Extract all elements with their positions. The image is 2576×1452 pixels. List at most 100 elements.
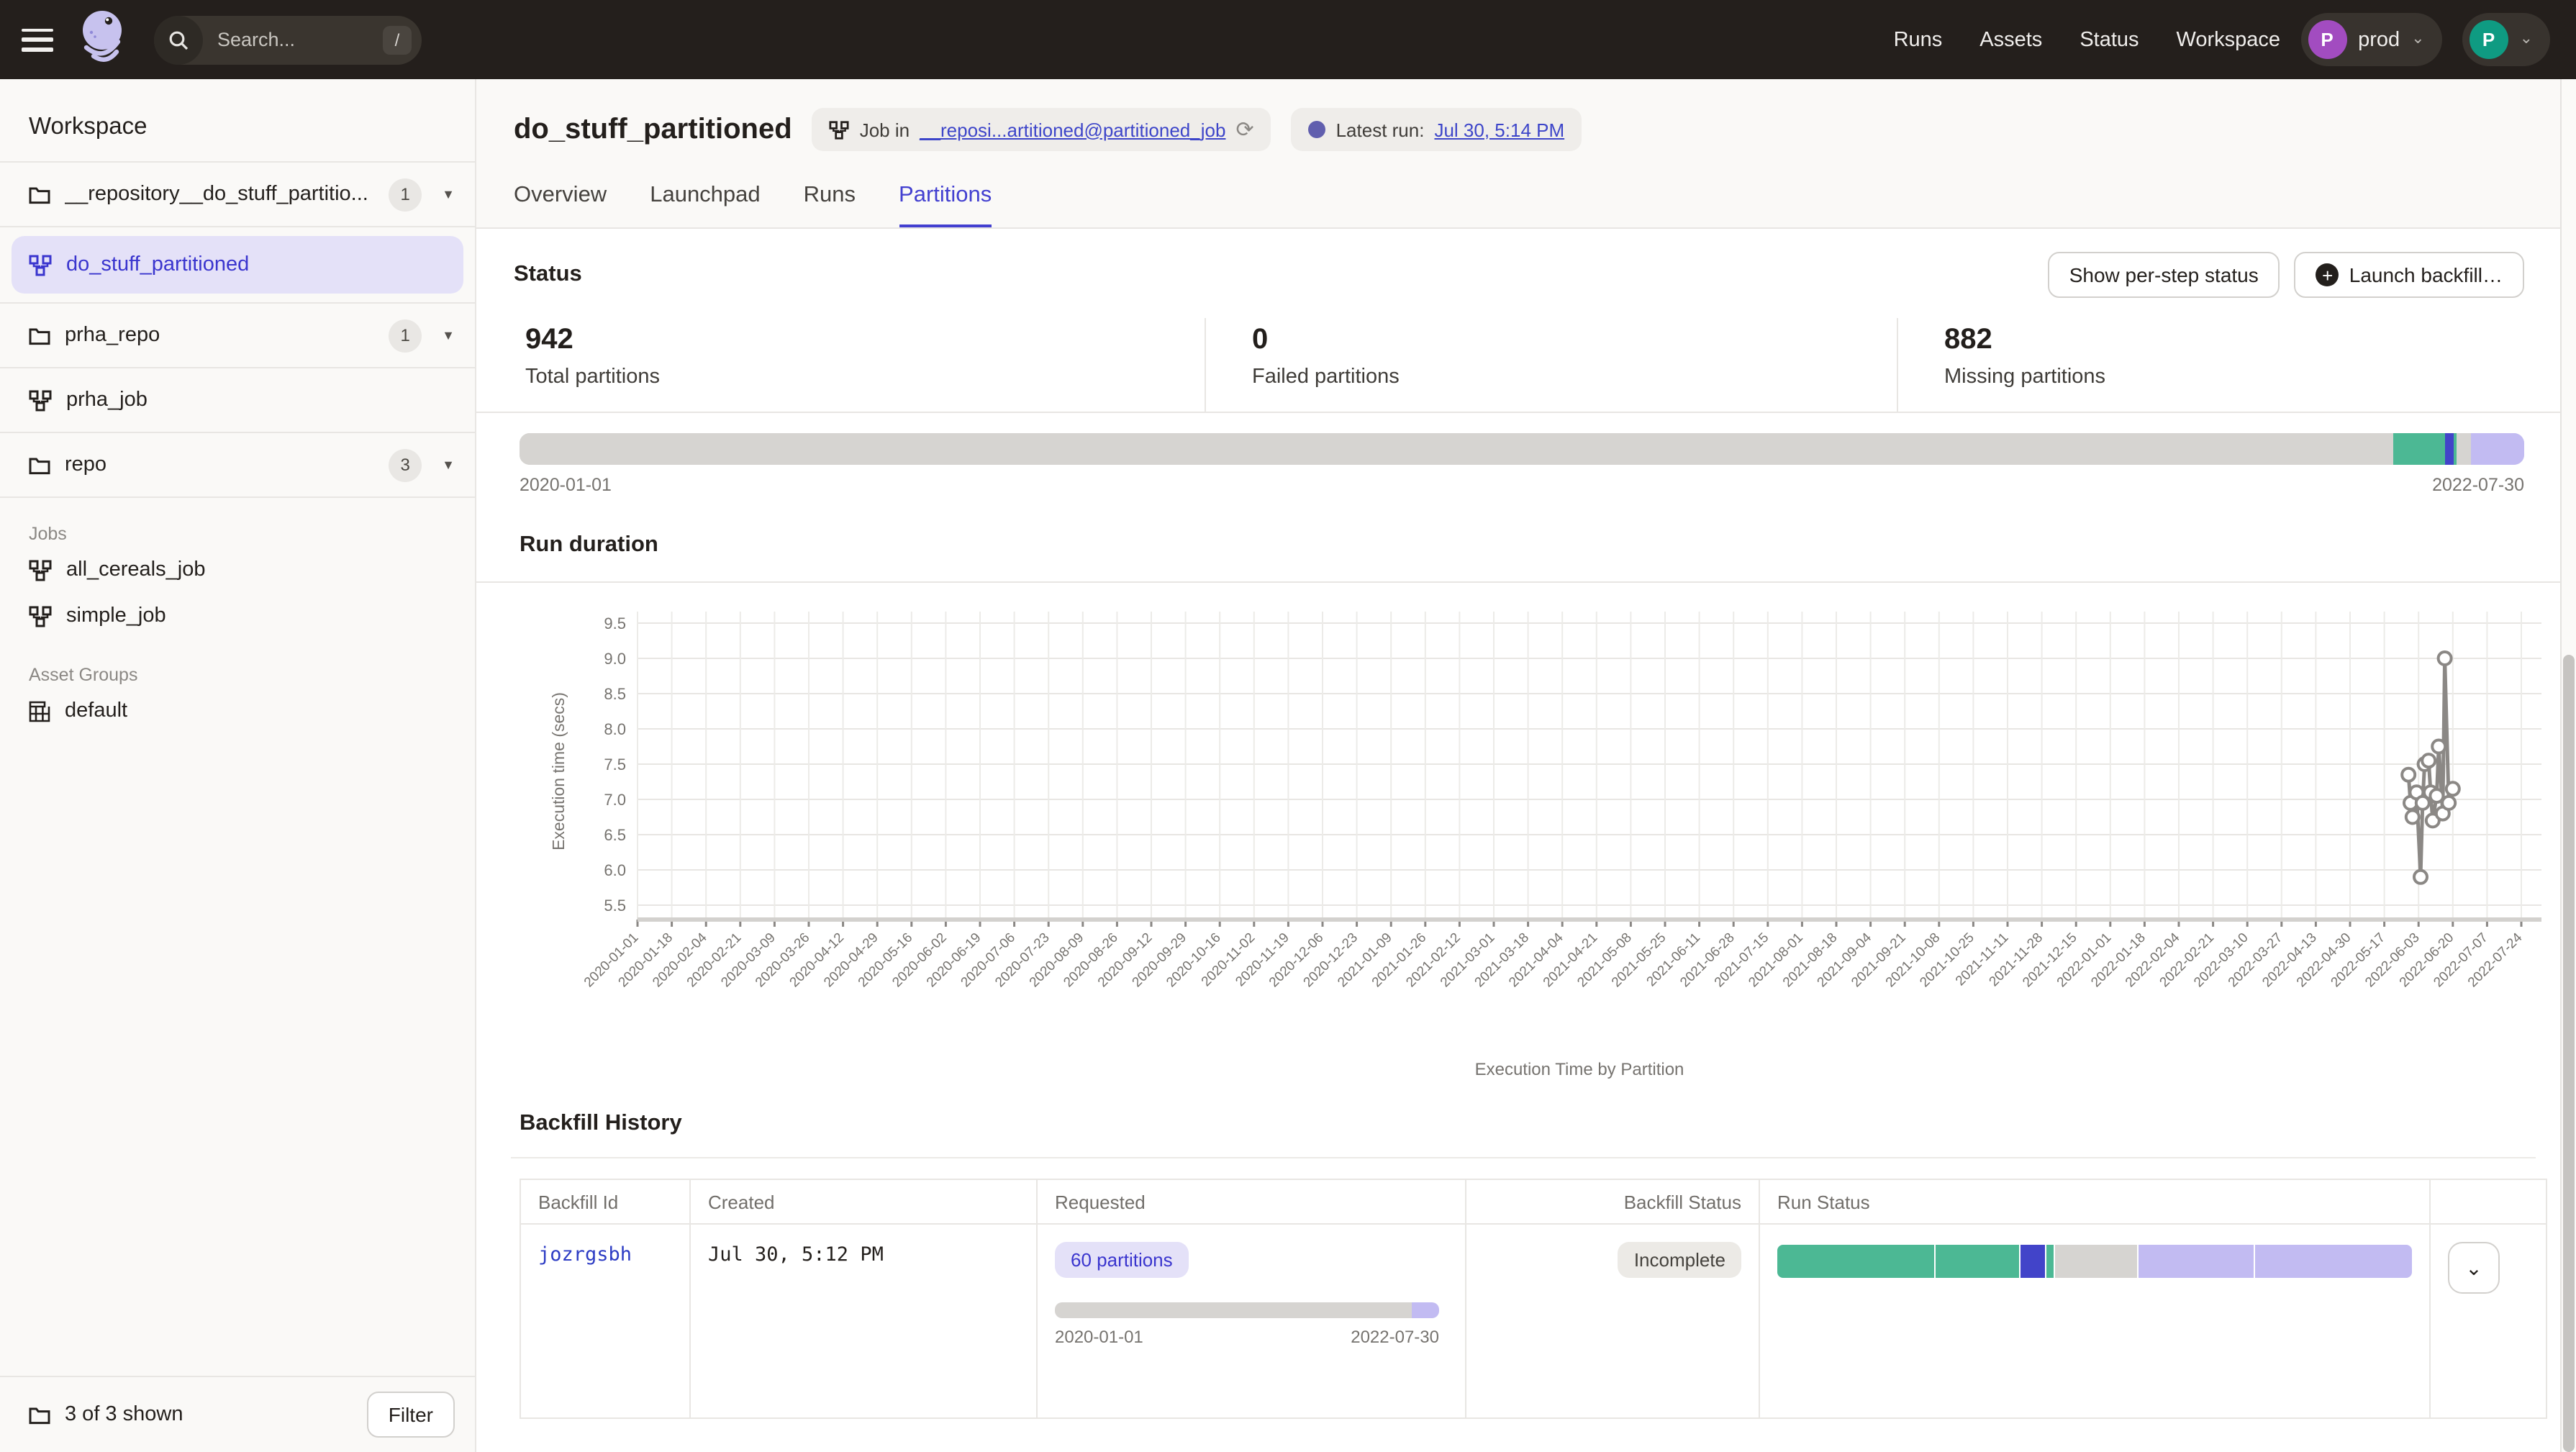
sidebar-footer: 3 of 3 shown Filter [0,1376,475,1452]
svg-text:Execution Time by Partition: Execution Time by Partition [1475,1060,1684,1079]
job-origin-pill: Job in __reposi...artitioned@partitioned… [812,108,1271,151]
svg-text:6.0: 6.0 [604,861,626,879]
app-viewport: / Runs Assets Status Workspace P prod ⌄ … [0,0,2576,1452]
backfill-history-title: Backfill History [520,1097,2527,1157]
job-label: simple_job [66,604,166,627]
sidebar-item-simple_job[interactable]: simple_job [0,593,475,639]
col-created: Created [690,1179,1037,1224]
folder-icon [29,455,50,474]
run-duration-chart: Execution time (secs)5.56.06.57.07.58.08… [545,600,2560,1084]
nav-runs[interactable]: Runs [1894,28,1943,51]
stat-missing-partitions: 882 Missing partitions [1898,318,2562,412]
bar-segment-green [2047,1245,2055,1278]
status-bar-start-date: 2020-01-01 [520,475,612,495]
bar-segment-lavender [2139,1245,2255,1278]
chevron-down-icon: ⌄ [2520,32,2533,47]
page-header: do_stuff_partitioned Job in __reposi...a… [476,79,2562,227]
folder-icon [29,326,50,345]
nav-assets[interactable]: Assets [1979,28,2042,51]
sidebar-item-all_cereals_job[interactable]: all_cereals_job [0,547,475,593]
bar-segment-gray [2456,433,2471,465]
backfill-id-link[interactable]: jozrgsbh [538,1243,632,1266]
repo-count-badge: 1 [389,319,422,352]
sidebar-repo-__repository__do_stuff_partitioned[interactable]: __repository__do_stuff_partitio... 1 ▼ [0,163,475,226]
job-icon [830,120,850,139]
job-icon [29,389,52,411]
top-nav: Runs Assets Status Workspace [1894,28,2281,51]
search-box[interactable]: / [154,15,422,64]
chevron-down-icon[interactable]: ▼ [442,328,455,342]
plus-icon: + [2316,263,2339,286]
latest-run-link[interactable]: Jul 30, 5:14 PM [1434,119,1564,140]
bar-segment-gray [520,433,2394,465]
sidebar-repo-repo[interactable]: repo 3 ▼ [0,433,475,496]
tab-runs[interactable]: Runs [804,183,856,227]
user-avatar: P [2470,20,2508,59]
nav-workspace[interactable]: Workspace [2177,28,2281,51]
deployment-label: prod [2358,28,2400,51]
sidebar-title: Workspace [0,79,475,161]
tab-partitions[interactable]: Partitions [899,183,992,227]
user-menu[interactable]: P ⌄ [2462,13,2550,66]
repo-label: __repository__do_stuff_partitio... [65,183,374,206]
chevron-down-icon: ⌄ [2411,32,2424,47]
stat-total-partitions: 942 Total partitions [476,318,1206,412]
chevron-down-icon[interactable]: ▼ [442,187,455,201]
repo-count-badge: 3 [389,448,422,481]
search-input[interactable] [214,27,364,52]
run-status-dot [1309,121,1326,138]
job-label: prha_job [66,389,455,412]
backfill-created: Jul 30, 5:12 PM [708,1243,884,1266]
run-duration-title: Run duration [520,532,2524,581]
status-section-title: Status [514,262,582,288]
bar-segment-gray [2055,1245,2139,1278]
partition-stats: 942 Total partitions 0 Failed partitions… [476,318,2562,413]
show-per-step-status-button[interactable]: Show per-step status [2048,252,2280,298]
svg-text:9.0: 9.0 [604,650,626,668]
nav-status[interactable]: Status [2080,28,2139,51]
sidebar-item-prha_job[interactable]: prha_job [0,368,475,432]
bar-segment-green [1936,1245,2020,1278]
bar-segment-lavender [2255,1245,2412,1278]
job-origin-link[interactable]: __reposi...artitioned@partitioned_job [920,119,1225,140]
filter-button[interactable]: Filter [367,1392,455,1438]
bar-segment-lavender [1412,1302,1439,1318]
run-status-bar[interactable] [1777,1245,2412,1278]
sidebar-item-do_stuff_partitioned[interactable]: do_stuff_partitioned [12,236,463,294]
deployment-switcher[interactable]: P prod ⌄ [2300,13,2442,66]
refresh-icon[interactable]: ⟳ [1235,117,1253,142]
col-backfill-id: Backfill Id [520,1179,690,1224]
bar-segment-indigo [2020,1245,2047,1278]
asset-group-icon [29,700,50,722]
sidebar-repo-prha_repo[interactable]: prha_repo 1 ▼ [0,304,475,367]
svg-text:Execution time (secs): Execution time (secs) [549,692,568,850]
main-content: do_stuff_partitioned Job in __reposi...a… [476,79,2562,1452]
repo-label: repo [65,453,374,476]
partition-status-bar[interactable] [520,433,2524,465]
hamburger-menu-icon[interactable] [22,28,53,51]
svg-text:5.5: 5.5 [604,897,626,915]
bar-segment-indigo [2445,433,2453,465]
backfill-row: jozrgsbh Jul 30, 5:12 PM 60 partitions 2… [520,1224,2546,1418]
repo-label: prha_repo [65,324,374,347]
job-tabs: Overview Launchpad Runs Partitions [514,183,2524,227]
svg-text:7.0: 7.0 [604,791,626,809]
backfill-status-tag: Incomplete [1618,1242,1741,1278]
col-requested: Requested [1037,1179,1466,1224]
dagster-logo-icon[interactable] [76,8,134,71]
requested-end-date: 2022-07-30 [1351,1327,1439,1347]
launch-backfill-button[interactable]: + Launch backfill… [2295,252,2524,298]
col-backfill-status: Backfill Status [1466,1179,1759,1224]
deployment-avatar: P [2308,20,2346,59]
requested-partitions-chip[interactable]: 60 partitions [1055,1242,1189,1278]
tab-overview[interactable]: Overview [514,183,607,227]
svg-text:8.5: 8.5 [604,685,626,703]
bar-segment-lavender [2471,433,2524,465]
latest-run-prefix: Latest run: [1336,119,1425,140]
repo-count-badge: 1 [389,178,422,211]
tab-launchpad[interactable]: Launchpad [650,183,760,227]
row-expand-button[interactable]: ⌄ [2448,1242,2500,1294]
chevron-down-icon[interactable]: ▼ [442,458,455,472]
scrollbar-thumb[interactable] [2563,655,2575,1452]
sidebar-item-default-asset-group[interactable]: default [0,688,475,734]
